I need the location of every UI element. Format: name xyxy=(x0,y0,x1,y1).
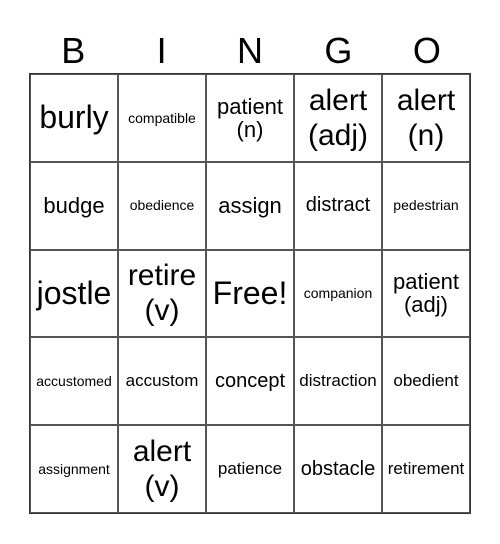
bingo-cell[interactable]: obstacle xyxy=(294,425,382,513)
bingo-cell[interactable]: distraction xyxy=(294,337,382,426)
header-letter-i: I xyxy=(156,30,167,71)
bingo-cell[interactable]: obedient xyxy=(382,337,470,426)
bingo-cell[interactable]: concept xyxy=(206,337,294,426)
bingo-cell[interactable]: patience xyxy=(206,425,294,513)
bingo-cell[interactable]: accustomed xyxy=(30,337,118,426)
bingo-cell[interactable]: retire (v) xyxy=(118,249,206,338)
header-letter-o: O xyxy=(412,30,441,71)
bingo-cell[interactable]: alert (v) xyxy=(118,425,206,513)
bingo-cell[interactable]: assign xyxy=(206,161,294,250)
bingo-cell[interactable]: retirement xyxy=(382,425,470,513)
bingo-cell[interactable]: compatible xyxy=(118,74,206,162)
bingo-cell[interactable]: assignment xyxy=(30,425,118,513)
bingo-cell[interactable]: patient (adj) xyxy=(382,249,470,338)
header-letter-n: N xyxy=(237,30,264,71)
bingo-cell[interactable]: companion xyxy=(294,249,382,338)
bingo-cell[interactable]: distract xyxy=(294,161,382,250)
bingo-cell[interactable]: alert (adj) xyxy=(294,74,382,162)
header-letter-g: G xyxy=(324,30,353,71)
bingo-cell[interactable]: obedience xyxy=(118,161,206,250)
free-space-cell[interactable]: Free! xyxy=(206,249,294,338)
bingo-cell[interactable]: patient (n) xyxy=(206,74,294,162)
header-letter-b: B xyxy=(61,30,86,71)
bingo-cell[interactable]: accustom xyxy=(118,337,206,426)
bingo-cell[interactable]: jostle xyxy=(30,249,118,338)
bingo-cell[interactable]: pedestrian xyxy=(382,161,470,250)
bingo-cell[interactable]: burly xyxy=(30,74,118,162)
bingo-header: B I N G O xyxy=(29,30,471,72)
bingo-cell[interactable]: alert (n) xyxy=(382,74,470,162)
bingo-grid: burly compatible patient (n) alert (adj) alert… xyxy=(29,73,471,514)
bingo-cell[interactable]: budge xyxy=(30,161,118,250)
